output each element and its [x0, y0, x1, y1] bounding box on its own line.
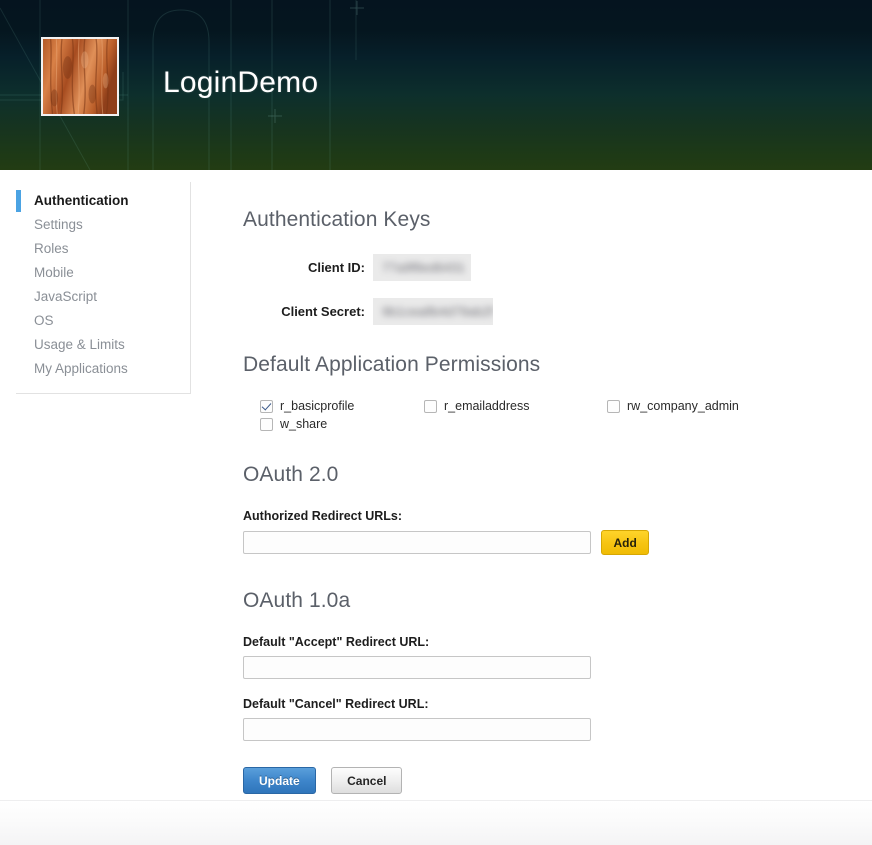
sidebar-item-settings[interactable]: Settings [16, 213, 190, 237]
checkbox-icon[interactable] [607, 399, 620, 413]
client-id-redacted-text: 77a9f8ed6431 [382, 260, 466, 275]
client-id-value: 77a9f8ed6431 [373, 254, 471, 281]
app-title: LoginDemo [163, 66, 319, 99]
page-root: LoginDemo Authentication Settings Roles … [0, 0, 872, 845]
sidebar-item-os[interactable]: OS [16, 309, 190, 333]
body-area: Authentication Settings Roles Mobile Jav… [0, 170, 872, 800]
redirect-urls-label: Authorized Redirect URLs: [243, 509, 403, 523]
sidebar-item-label: Usage & Limits [34, 337, 125, 352]
permissions-title: Default Application Permissions [243, 353, 541, 376]
permission-r-basicprofile[interactable]: r_basicprofile [260, 399, 354, 413]
page-footer [0, 800, 872, 845]
sidebar-item-javascript[interactable]: JavaScript [16, 285, 190, 309]
sidebar-item-authentication[interactable]: Authentication [16, 189, 190, 213]
permission-label: w_share [280, 417, 328, 431]
oauth2-title: OAuth 2.0 [243, 463, 339, 486]
sidebar-item-roles[interactable]: Roles [16, 237, 190, 261]
bark-texture-image [43, 39, 117, 114]
oauth1-title: OAuth 1.0a [243, 589, 351, 612]
sidebar-item-label: Roles [34, 241, 69, 256]
client-secret-redacted-text: 9b1cea8b4d79ab2f [382, 304, 493, 319]
client-id-row: Client ID: 77a9f8ed6431 [243, 254, 843, 281]
sidebar-item-label: JavaScript [34, 289, 98, 304]
auth-keys-title: Authentication Keys [243, 208, 431, 231]
sidebar-nav: Authentication Settings Roles Mobile Jav… [16, 182, 191, 394]
permission-rw-company-admin[interactable]: rw_company_admin [607, 399, 739, 413]
sidebar-item-label: OS [34, 313, 54, 328]
redirect-urls-input[interactable] [243, 531, 591, 554]
add-redirect-url-button[interactable]: Add [601, 530, 649, 555]
accept-redirect-url-input[interactable] [243, 656, 591, 679]
permission-label: r_emailaddress [444, 399, 530, 413]
accept-redirect-url-label: Default "Accept" Redirect URL: [243, 635, 430, 649]
checkbox-icon[interactable] [260, 417, 273, 431]
update-button[interactable]: Update [243, 767, 316, 794]
sidebar-item-my-applications[interactable]: My Applications [16, 357, 190, 381]
client-id-label: Client ID: [307, 260, 365, 275]
cancel-redirect-url-input[interactable] [243, 718, 591, 741]
sidebar-item-label: Authentication [34, 193, 129, 208]
app-header: LoginDemo [0, 0, 872, 170]
sidebar-item-label: My Applications [34, 361, 128, 376]
client-secret-value: 9b1cea8b4d79ab2f [373, 298, 493, 325]
permission-w-share[interactable]: w_share [260, 417, 327, 431]
client-secret-label: Client Secret: [281, 304, 365, 319]
cancel-button[interactable]: Cancel [331, 767, 403, 794]
permission-label: rw_company_admin [627, 399, 739, 413]
header-background-artwork [0, 0, 872, 170]
checkbox-icon[interactable] [424, 399, 437, 413]
sidebar-item-label: Settings [34, 217, 83, 232]
sidebar-item-usage-limits[interactable]: Usage & Limits [16, 333, 190, 357]
permissions-grid: r_basicprofile w_share r_emailaddress rw… [243, 395, 843, 431]
main-content: Authentication Keys Client ID: 77a9f8ed6… [243, 170, 843, 794]
permission-r-emailaddress[interactable]: r_emailaddress [424, 399, 529, 413]
sidebar-item-mobile[interactable]: Mobile [16, 261, 190, 285]
sidebar-item-label: Mobile [34, 265, 74, 280]
cancel-redirect-url-label: Default "Cancel" Redirect URL: [243, 697, 429, 711]
app-logo [41, 37, 119, 116]
form-actions: Update Cancel [243, 767, 843, 794]
client-secret-row: Client Secret: 9b1cea8b4d79ab2f [243, 298, 843, 325]
auth-keys-list: Client ID: 77a9f8ed6431 Client Secret: 9… [243, 254, 843, 325]
checkbox-checked-icon[interactable] [260, 399, 273, 413]
permission-label: r_basicprofile [280, 399, 355, 413]
